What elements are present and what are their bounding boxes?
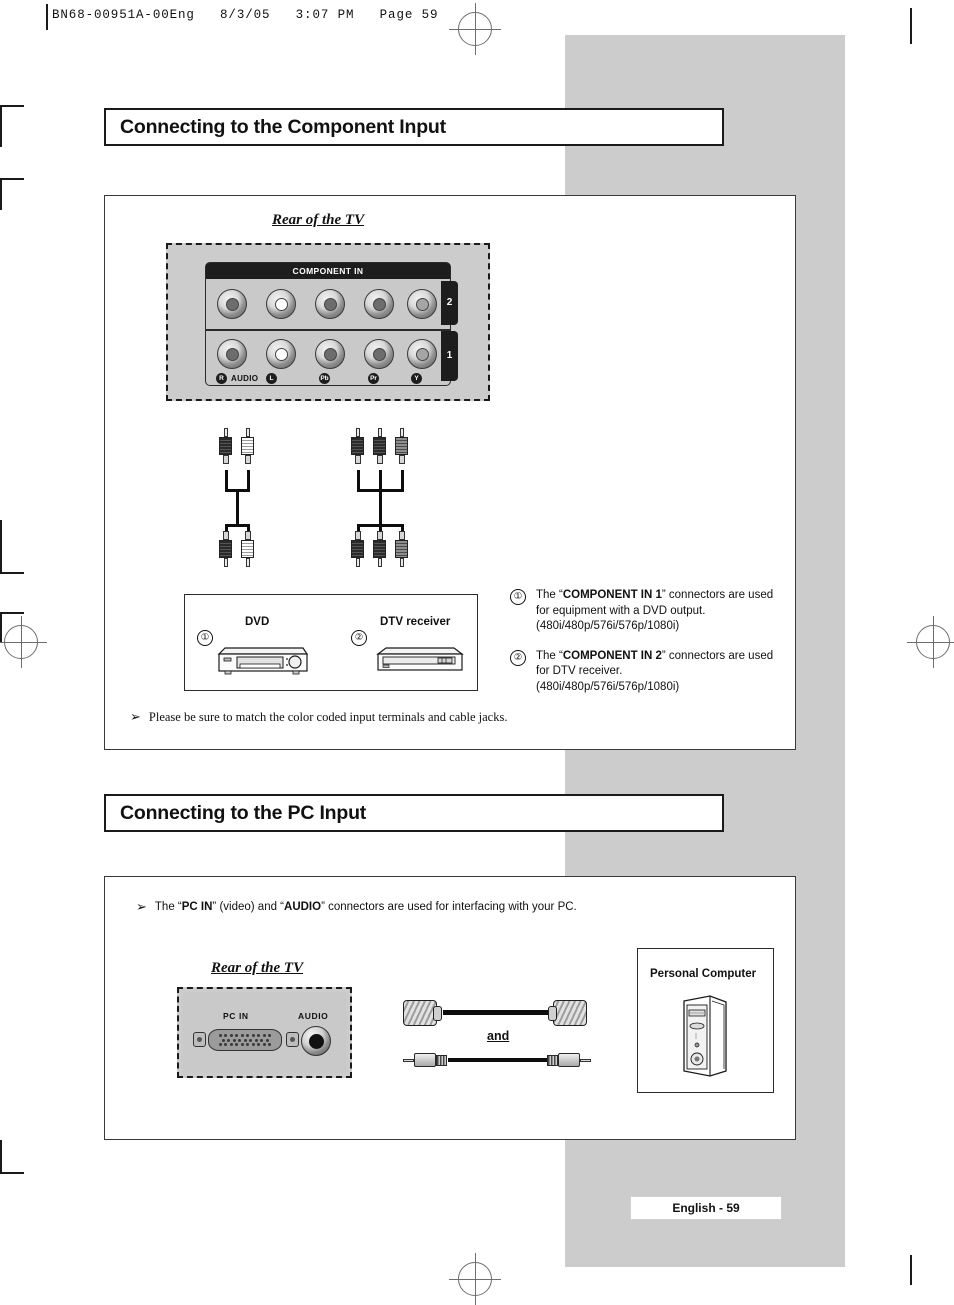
pc-in-dsub-connector [208, 1029, 282, 1051]
audio-plug-left-pin [403, 1058, 414, 1062]
audio-plug-right-pin [580, 1058, 591, 1062]
video-cable-trunk [379, 489, 382, 527]
crop-mark-top-right [890, 8, 912, 44]
jack-audio-l-1 [266, 339, 296, 369]
crop-mark-bottom-left [0, 1140, 24, 1174]
component-in-header: COMPONENT IN [206, 263, 450, 279]
audio-cable-plug-right [545, 1053, 591, 1067]
dtv-receiver-illustration [376, 647, 464, 671]
audio-plug-left-body [414, 1053, 436, 1067]
explanation-1-number: ① [510, 589, 526, 605]
vga-connector-right [548, 1000, 587, 1026]
crop-mark-mid-left-top [0, 178, 24, 210]
personal-computer-label: Personal Computer [650, 968, 757, 980]
component-jack-panel: COMPONENT IN [205, 262, 451, 386]
jack-pb-1 [315, 339, 345, 369]
pc-tower-illustration [683, 995, 727, 1077]
explanation-1-text: The “COMPONENT IN 1” connectors are used… [536, 589, 774, 632]
pc-intro-note: ➢ The “PC IN” (video) and “AUDIO” connec… [136, 899, 756, 915]
rear-of-tv-label-component: Rear of the TV [272, 212, 365, 228]
jack-label-pr-badge: Pr [368, 373, 379, 384]
audio-cable-plug-top-red [219, 428, 232, 464]
dvd-player-illustration [217, 647, 309, 675]
jack-pr-2 [364, 289, 394, 319]
audio-cable-plug-bottom-red [219, 531, 232, 567]
jack-label-pb-badge: Pb [319, 373, 330, 384]
section-title-pc: Connecting to the PC Input [120, 801, 367, 824]
component-in-2-tab: 2 [441, 281, 458, 325]
page-footer-tab: English - 59 [630, 1196, 782, 1220]
crop-mark-mid-left-bottom [0, 520, 24, 574]
jack-y-1 [407, 339, 437, 369]
dtv-callout-number: ② [351, 630, 367, 646]
pc-note-arrow-icon: ➢ [136, 899, 147, 914]
audio-cable-wire-pc [448, 1058, 552, 1062]
jack-row-divider [206, 329, 450, 331]
jack-audio-r-2 [217, 289, 247, 319]
dsub-pin-row-2 [221, 1038, 269, 1042]
audio-plug-right-grip [547, 1054, 558, 1066]
audio-cable-plug-top-white [241, 428, 254, 464]
explanation-2-number: ② [510, 649, 526, 666]
component-in-1-tab: 1 [441, 331, 458, 381]
audio-plug-right-body [558, 1053, 580, 1067]
note-arrow-icon: ➢ [130, 709, 141, 724]
registration-mark-bottom [449, 1253, 501, 1305]
jack-audio-r-1 [217, 339, 247, 369]
registration-mark-right [907, 616, 954, 668]
print-header: BN68-00951A-00Eng 8/3/05 3:07 PM Page 59 [52, 8, 439, 22]
header-rule [46, 4, 48, 30]
jack-label-y-badge: Y [411, 373, 422, 384]
pc-audio-jack [301, 1026, 331, 1056]
jack-pr-1 [364, 339, 394, 369]
jack-label-audio: AUDIO [231, 374, 259, 383]
component-explanations: ① The “COMPONENT IN 1” connectors are us… [510, 588, 780, 706]
rear-of-tv-label-pc: Rear of the TV [211, 960, 304, 976]
dsub-screw-right [286, 1032, 299, 1047]
jack-pb-2 [315, 289, 345, 319]
section-title-component: Connecting to the Component Input [120, 115, 446, 138]
explanation-item-1: ① The “COMPONENT IN 1” connectors are us… [510, 588, 780, 635]
vga-cable-wire [443, 1010, 551, 1015]
audio-cable-trunk [236, 489, 239, 527]
pc-intro-note-text: The “PC IN” (video) and “AUDIO” connecto… [154, 901, 577, 913]
audio-cable-plug-bottom-white [241, 531, 254, 567]
jack-label-audio-r-badge: R [216, 373, 227, 384]
audio-label: AUDIO [298, 1011, 329, 1021]
video-cable-plug-top-pb [351, 428, 364, 464]
dvd-label: DVD [245, 616, 270, 628]
vga-connector-left [403, 1000, 442, 1026]
crop-mark-right-rule [890, 1255, 912, 1285]
explanation-item-2: ② The “COMPONENT IN 2” connectors are us… [510, 649, 780, 696]
pc-in-label: PC IN [223, 1011, 249, 1021]
section-title-bar-pc: Connecting to the PC Input [104, 794, 724, 832]
cable-conjunction-label: and [487, 1029, 510, 1043]
video-cable-plug-bottom-pr [373, 531, 386, 567]
component-color-note: ➢ Please be sure to match the color code… [130, 709, 750, 725]
jack-label-audio-l-badge: L [266, 373, 277, 384]
dtv-receiver-label: DTV receiver [380, 616, 451, 628]
audio-plug-left-grip [436, 1054, 447, 1066]
crop-mark-lower-left [0, 612, 24, 642]
source-devices-box [184, 594, 478, 691]
crop-mark-top-left [0, 105, 24, 147]
dsub-pin-row-1 [218, 1034, 272, 1037]
audio-cable-plug-left [403, 1053, 449, 1067]
component-color-note-text: Please be sure to match the color coded … [148, 710, 508, 724]
jack-audio-l-2 [266, 289, 296, 319]
video-cable-plug-bottom-pb [351, 531, 364, 567]
section-title-bar-component: Connecting to the Component Input [104, 108, 724, 146]
video-cable-plug-bottom-y [395, 531, 408, 567]
video-cable-plug-top-y [395, 428, 408, 464]
dsub-pin-row-3 [218, 1043, 272, 1046]
registration-mark-top [449, 3, 501, 55]
jack-y-2 [407, 289, 437, 319]
explanation-2-text: The “COMPONENT IN 2” connectors are used… [536, 649, 774, 693]
video-cable-plug-top-pr [373, 428, 386, 464]
dsub-screw-left [193, 1032, 206, 1047]
